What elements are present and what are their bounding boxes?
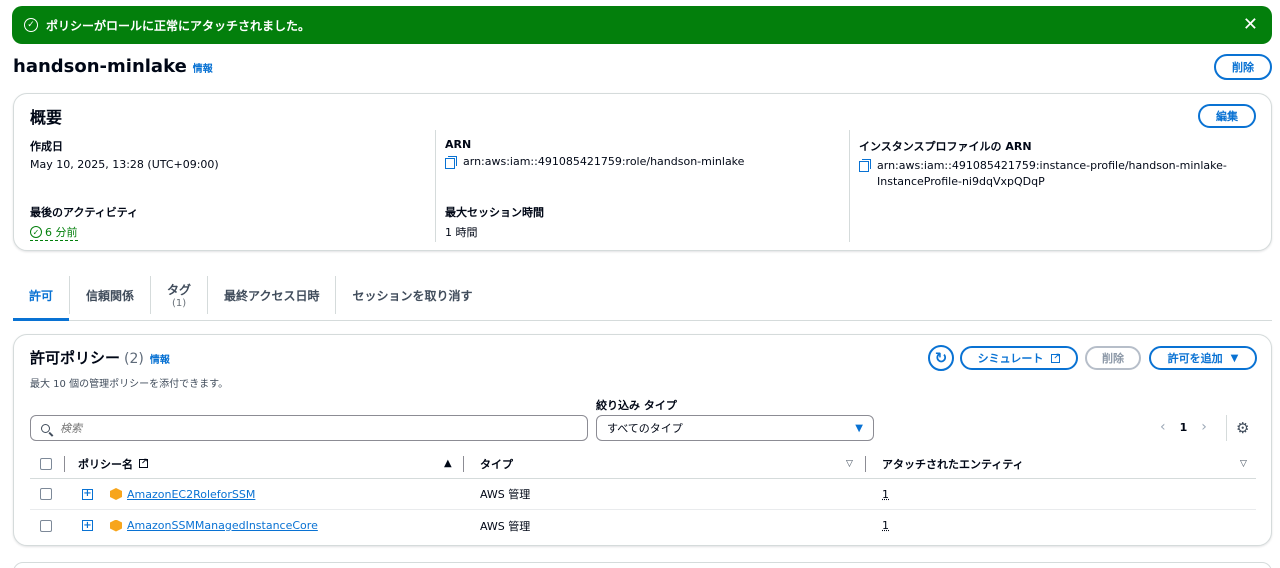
tab-tags-count: (1) [171, 298, 187, 309]
chevron-right-icon[interactable]: › [1201, 419, 1207, 435]
created-field: 作成日 May 10, 2025, 13:28 (UTC+09:00) [30, 138, 219, 171]
max-session-label: 最大セッション時間 [445, 206, 544, 219]
info-link[interactable]: 情報 [150, 351, 170, 366]
tab-revoke-sessions[interactable]: セッションを取り消す [336, 270, 488, 320]
policies-header: 許可ポリシー (2) 情報 [30, 347, 170, 368]
policies-title: 許可ポリシー [30, 349, 121, 367]
sort-ascending-icon[interactable]: ▲ [444, 449, 452, 478]
external-link-icon [139, 457, 148, 468]
sort-icon[interactable]: ▽ [1240, 449, 1247, 478]
type-filter-select[interactable]: すべてのタイプ ▼ [596, 415, 874, 441]
column-type[interactable]: タイプ [480, 449, 513, 478]
policy-type: AWS 管理 [480, 488, 531, 501]
arn-label: ARN [445, 138, 472, 151]
add-permissions-button[interactable]: 許可を追加 ▼ [1149, 346, 1257, 370]
instance-profile-label: インスタンスプロファイルの ARN [859, 140, 1032, 153]
pagination: ‹ 1 › [1160, 419, 1207, 435]
next-card-edge [13, 562, 1272, 568]
created-value: May 10, 2025, 13:28 (UTC+09:00) [30, 158, 219, 171]
permission-policies-card: 許可ポリシー (2) 情報 最大 10 個の管理ポリシーを添付できます。 ↻ シ… [13, 334, 1272, 546]
attached-entities-count[interactable]: 1 [882, 488, 889, 501]
column-attached-entities[interactable]: アタッチされたエンティティ [882, 449, 1024, 478]
row-checkbox[interactable] [40, 519, 52, 532]
tab-list: 許可 信頼関係 タグ (1) 最終アクセス日時 セッションを取り消す [13, 270, 1272, 321]
arn-value: arn:aws:iam::491085421759:role/handson-m… [463, 155, 745, 168]
simulate-button[interactable]: シミュレート [960, 346, 1078, 370]
column-divider [849, 130, 850, 242]
external-link-icon [1051, 352, 1061, 363]
caret-down-icon: ▼ [1230, 352, 1239, 364]
search-icon [41, 423, 50, 433]
flash-message: ポリシーがロールに正常にアタッチされました。 [46, 18, 311, 33]
row-checkbox[interactable] [40, 488, 52, 500]
sort-icon[interactable]: ▽ [846, 449, 853, 478]
search-field[interactable] [30, 415, 588, 441]
last-activity-field: 最後のアクティビティ ✓ 6 分前 [30, 204, 138, 241]
search-input[interactable] [60, 421, 560, 435]
page-header: handson-minlake 情報 [13, 56, 213, 77]
gear-icon[interactable]: ⚙ [1236, 419, 1249, 437]
delete-role-button[interactable]: 削除 [1214, 54, 1272, 80]
tab-trust-relationships[interactable]: 信頼関係 [70, 270, 150, 320]
expand-icon[interactable]: + [82, 520, 93, 531]
instance-profile-field: インスタンスプロファイルの ARN arn:aws:iam::491085421… [859, 138, 1227, 190]
table-row: + AmazonEC2RoleforSSM AWS 管理 1 [30, 479, 1256, 510]
tab-tags[interactable]: タグ (1) [151, 270, 207, 320]
max-session-field: 最大セッション時間 1 時間 [445, 204, 544, 240]
success-flashbar: ✓ ポリシーがロールに正常にアタッチされました。 ✕ [12, 6, 1272, 44]
tab-permissions[interactable]: 許可 [13, 270, 70, 321]
policy-type: AWS 管理 [480, 519, 531, 533]
edit-button[interactable]: 編集 [1198, 104, 1256, 128]
expand-icon[interactable]: + [82, 488, 93, 500]
arn-field: ARN arn:aws:iam::491085421759:role/hands… [445, 138, 745, 169]
column-policy-name[interactable]: ポリシー名 [78, 449, 148, 478]
policies-count: (2) [124, 351, 144, 367]
chevron-left-icon[interactable]: ‹ [1160, 419, 1166, 435]
summary-card: 概要 編集 作成日 May 10, 2025, 13:28 (UTC+09:00… [13, 93, 1272, 251]
close-icon[interactable]: ✕ [1243, 16, 1258, 34]
refresh-icon[interactable]: ↻ [928, 345, 954, 371]
last-activity-value[interactable]: ✓ 6 分前 [30, 224, 78, 241]
info-link[interactable]: 情報 [193, 60, 213, 75]
copy-icon[interactable] [859, 159, 871, 172]
instance-profile-value-cont: InstanceProfile-ni9dqVxpQDqP [877, 175, 1045, 188]
summary-title: 概要 [30, 108, 63, 127]
type-filter-value: すべてのタイプ [607, 422, 683, 435]
table-header: ポリシー名 ▲ タイプ ▽ アタッチされたエンティティ ▽ [30, 449, 1256, 479]
page-title: handson-minlake [13, 56, 187, 77]
column-divider [435, 130, 436, 242]
tab-last-accessed[interactable]: 最終アクセス日時 [208, 270, 335, 320]
copy-icon[interactable] [445, 156, 457, 169]
created-label: 作成日 [30, 140, 63, 153]
policy-name-link[interactable]: AmazonEC2RoleforSSM [127, 488, 255, 501]
max-session-value: 1 時間 [445, 226, 478, 239]
filter-type-label: 絞り込み タイプ [596, 399, 677, 412]
caret-down-icon: ▼ [855, 422, 863, 434]
success-check-icon: ✓ [30, 226, 42, 238]
select-all-checkbox[interactable] [40, 457, 52, 470]
attached-entities-count[interactable]: 1 [882, 519, 889, 532]
policies-description: 最大 10 個の管理ポリシーを添付できます。 [30, 379, 229, 390]
policy-name-link[interactable]: AmazonSSMManagedInstanceCore [127, 519, 318, 532]
aws-managed-icon [110, 519, 122, 532]
table-row: + AmazonSSMManagedInstanceCore AWS 管理 1 [30, 510, 1256, 541]
aws-managed-icon [110, 488, 122, 500]
instance-profile-value: arn:aws:iam::491085421759:instance-profi… [877, 159, 1227, 172]
delete-policy-button[interactable]: 削除 [1085, 346, 1141, 370]
last-activity-label: 最後のアクティビティ [30, 206, 139, 219]
page-number[interactable]: 1 [1180, 421, 1188, 434]
success-check-icon: ✓ [24, 18, 38, 32]
